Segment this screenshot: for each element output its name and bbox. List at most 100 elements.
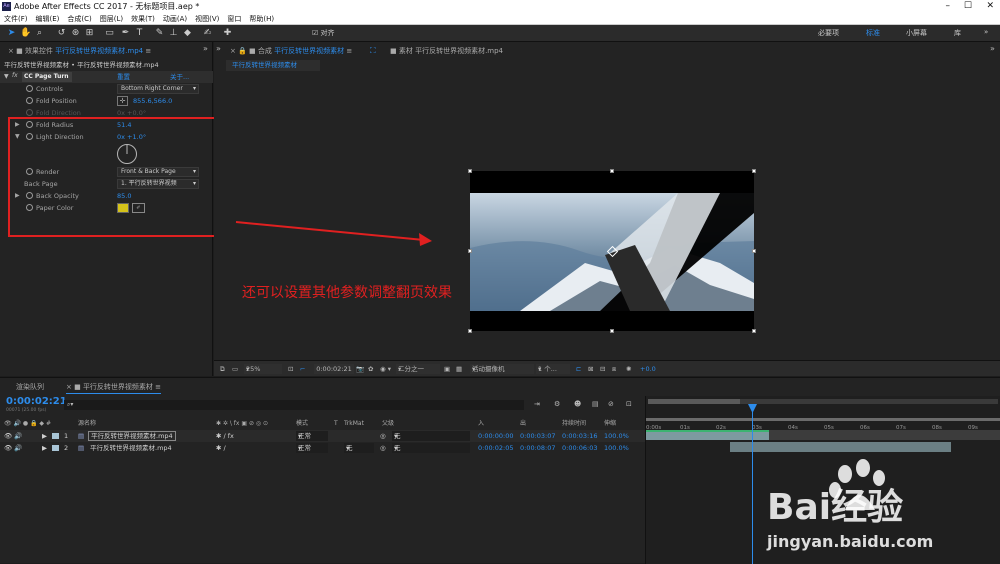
layer-name[interactable]: 平行反转世界视频素材.mp4 <box>88 431 176 441</box>
snap-checkbox[interactable]: ☑ 对齐 <box>312 28 335 38</box>
shy-layers-icon[interactable]: ☻ <box>574 400 581 408</box>
selection-tool-icon[interactable]: ➤ <box>6 28 17 39</box>
show-snapshot-icon[interactable]: ✿ <box>368 361 373 377</box>
rectangle-tool-icon[interactable]: ▭ <box>104 28 115 39</box>
transform-handle[interactable] <box>468 169 472 173</box>
pickwhip-icon[interactable]: ◎ <box>380 430 386 442</box>
playhead-handle-icon[interactable] <box>748 404 757 413</box>
workspace-small-screen[interactable]: 小屏幕 <box>906 28 927 38</box>
menu-effect[interactable]: 效果(T) <box>127 13 159 25</box>
effect-about-link[interactable]: 关于... <box>170 71 189 83</box>
layer-duration[interactable]: 0:00:03:16 <box>562 430 598 442</box>
crosshair-icon[interactable]: ✛ <box>117 96 128 106</box>
parent-dropdown[interactable]: 无 ▾ <box>392 443 470 453</box>
text-tool-icon[interactable]: T <box>134 28 145 39</box>
current-time-field[interactable]: 0:00:02:21 <box>314 364 354 374</box>
visibility-icon[interactable]: 👁 🔊 <box>4 430 22 442</box>
snapshot-icon[interactable]: 📷 <box>356 361 364 377</box>
mode-dropdown[interactable]: 正常 ▾ <box>296 431 328 441</box>
transparency-grid-icon[interactable]: ▦ <box>456 361 462 377</box>
pickwhip-icon[interactable]: ◎ <box>380 442 386 454</box>
stopwatch-icon[interactable] <box>26 97 33 104</box>
fx-icon[interactable]: fx <box>12 72 18 79</box>
graph-editor-icon[interactable]: ⊡ <box>626 400 632 408</box>
transform-handle[interactable] <box>752 249 756 253</box>
exposure-icon[interactable]: ✺ <box>626 361 631 377</box>
puppet-tool-icon[interactable]: ✚ <box>222 28 233 39</box>
eraser-tool-icon[interactable]: ◆ <box>182 28 193 39</box>
menu-window[interactable]: 窗口 <box>223 13 245 25</box>
panel-expand-icon[interactable]: » <box>990 44 995 53</box>
playhead[interactable] <box>752 404 753 564</box>
resolution-dropdown[interactable]: 二分之一 ▾ <box>396 364 440 374</box>
layer-duration[interactable]: 0:00:06:03 <box>562 442 598 454</box>
panel-expand-icon[interactable]: » <box>203 44 208 53</box>
transform-handle[interactable] <box>752 169 756 173</box>
fast-preview-icon[interactable]: ⊠ <box>588 361 593 377</box>
layer-out[interactable]: 0:00:08:07 <box>520 442 556 454</box>
maximize-button[interactable]: ☐ <box>964 0 972 13</box>
layer-switches-icon[interactable]: ✱ / fx <box>216 430 234 442</box>
transform-handle[interactable] <box>752 329 756 333</box>
timeline-icon[interactable]: ⊟ <box>600 361 605 377</box>
camera-dropdown[interactable]: 活动摄像机 ▾ <box>470 364 534 374</box>
channel-icon[interactable]: ◉ ▾ <box>380 361 391 377</box>
menu-composition[interactable]: 合成(C) <box>63 13 95 25</box>
comp-mini-flowchart-icon[interactable]: ⇥ <box>534 400 540 408</box>
expand-arrow-icon[interactable]: ▶ <box>42 430 47 442</box>
layer-in[interactable]: 0:00:00:00 <box>478 430 514 442</box>
roto-tool-icon[interactable]: ✍ <box>202 28 213 39</box>
transform-handle[interactable] <box>468 249 472 253</box>
menu-animation[interactable]: 动画(A) <box>159 13 191 25</box>
stopwatch-icon[interactable] <box>26 85 33 92</box>
pen-tool-icon[interactable]: ✒ <box>120 28 131 39</box>
effect-controls-tab[interactable]: × ■ 效果控件 平行反转世界视频素材.mp4 ≡ <box>8 44 151 58</box>
layer-bar[interactable] <box>646 430 769 440</box>
label-color-icon[interactable] <box>52 445 59 451</box>
layer-bar[interactable] <box>730 442 951 452</box>
stopwatch-icon[interactable] <box>26 109 33 116</box>
views-dropdown[interactable]: 1 个... ▾ <box>536 364 570 374</box>
mask-icon[interactable]: ⌐ <box>300 361 305 377</box>
layer-name[interactable]: 平行反转世界视频素材.mp4 <box>90 442 172 454</box>
comp-flow-breadcrumb[interactable]: 平行反转世界视频素材 <box>226 60 320 71</box>
layer-switches-icon[interactable]: ✱ / <box>216 442 226 454</box>
frame-blending-icon[interactable]: ▤ <box>592 400 599 408</box>
mode-dropdown[interactable]: 正常 ▾ <box>296 443 328 453</box>
menu-help[interactable]: 帮助(H) <box>245 13 278 25</box>
menu-edit[interactable]: 编辑(E) <box>32 13 64 25</box>
label-color-icon[interactable] <box>52 433 59 439</box>
panel-collapse-icon[interactable]: » <box>216 44 221 53</box>
layer-in[interactable]: 0:00:02:05 <box>478 442 514 454</box>
clone-tool-icon[interactable]: ⊥ <box>168 28 179 39</box>
exposure-value[interactable]: +0.0 <box>640 361 656 377</box>
menu-layer[interactable]: 图层(L) <box>96 13 127 25</box>
comp-flow-icon[interactable]: ⛶ <box>370 46 376 56</box>
fold-position-value[interactable]: 855.6,566.0 <box>133 95 172 107</box>
transform-handle[interactable] <box>610 329 614 333</box>
transform-handle[interactable] <box>610 169 614 173</box>
safe-margins-icon[interactable]: ⊡ <box>288 361 293 377</box>
layer-stretch[interactable]: 100.0% <box>604 430 629 442</box>
timeline-search-input[interactable]: ⌕▾ <box>64 400 524 410</box>
motion-blur-icon[interactable]: ⊘ <box>608 400 614 408</box>
workspace-essentials[interactable]: 必要项 <box>818 28 839 38</box>
layer-row[interactable]: 👁 🔊 ▶ 2 ▤ 平行反转世界视频素材.mp4 ✱ / 正常 ▾ 无 ▾ ◎ … <box>0 442 645 454</box>
layer-row[interactable]: 👁 🔊 ▶ 1 ▤ 平行反转世界视频素材.mp4 ✱ / fx 正常 ▾ ◎ 无… <box>0 430 645 442</box>
hand-tool-icon[interactable]: ✋ <box>20 28 31 39</box>
render-queue-tab[interactable]: 渲染队列 <box>16 380 44 394</box>
composition-tab[interactable]: × 🔒 ■ 合成 平行反转世界视频素材 ≡ <box>230 44 352 58</box>
flowchart-icon[interactable]: ⧈ <box>612 361 616 377</box>
controls-dropdown[interactable]: Bottom Right Corner <box>117 84 199 94</box>
timeline-comp-tab[interactable]: × ■ 平行反转世界视频素材 ≡ <box>66 380 162 394</box>
footage-tab[interactable]: ■ 素材 平行反转世界视频素材.mp4 <box>390 44 503 58</box>
zoom-dropdown[interactable]: 25% ▾ <box>244 364 282 374</box>
visibility-icon[interactable]: 👁 🔊 <box>4 442 22 454</box>
camera-tool-icon[interactable]: ⊛ <box>70 28 81 39</box>
minimize-button[interactable]: – <box>946 0 951 13</box>
layer-out[interactable]: 0:00:03:07 <box>520 430 556 442</box>
trkmat-dropdown[interactable]: 无 ▾ <box>344 443 374 453</box>
workspace-more-icon[interactable]: » <box>984 28 988 36</box>
layer-stretch[interactable]: 100.0% <box>604 442 629 454</box>
workspace-standard[interactable]: 标准 <box>866 28 880 38</box>
